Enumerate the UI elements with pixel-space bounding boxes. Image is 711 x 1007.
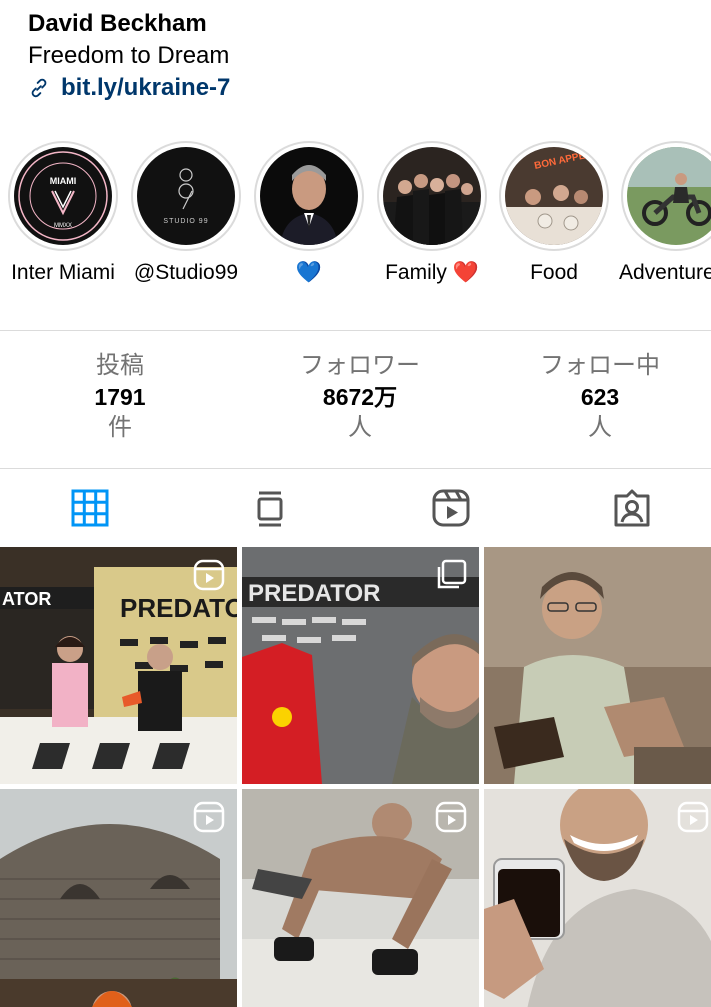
highlight-adventure[interactable]: Adventure bbox=[619, 141, 711, 284]
tagged-icon bbox=[614, 489, 649, 527]
highlight-label: Adventure bbox=[619, 261, 711, 284]
stat-label: フォロワー bbox=[300, 352, 420, 379]
tab-reels[interactable] bbox=[362, 470, 539, 546]
post-tile[interactable]: PREDATOR ATOR bbox=[0, 547, 237, 784]
post-grid: PREDATOR ATOR PREDATOR bbox=[0, 547, 711, 1007]
portrait-icon bbox=[260, 147, 358, 245]
crest-bottom-text: MMXX bbox=[54, 223, 72, 229]
tab-tagged[interactable] bbox=[543, 470, 711, 546]
inter-miami-crest-icon: MIAMI MMXX bbox=[14, 147, 112, 245]
highlight-ring: BON APPETIT bbox=[499, 141, 609, 251]
highlight-family[interactable]: Family ❤️ bbox=[377, 141, 487, 284]
reel-badge-icon bbox=[193, 559, 225, 591]
highlight-ring bbox=[254, 141, 364, 251]
reel-badge-icon bbox=[435, 801, 467, 833]
profile-stats: 投稿 1791 件 フォロワー 8672万 人 フォロー中 623 人 bbox=[0, 350, 711, 450]
crest-top-text: MIAMI bbox=[50, 176, 77, 186]
highlight-heart[interactable]: 💙 bbox=[254, 141, 364, 284]
studio-logo-text: STUDIO 99 bbox=[163, 218, 208, 225]
stat-unit: 人 bbox=[348, 414, 372, 441]
post-tile[interactable] bbox=[0, 789, 237, 1007]
divider bbox=[0, 468, 711, 469]
stat-followers[interactable]: フォロワー 8672万 人 bbox=[260, 350, 460, 444]
stat-following[interactable]: フォロー中 623 人 bbox=[500, 350, 700, 444]
divider bbox=[0, 330, 711, 331]
highlight-ring bbox=[621, 141, 711, 251]
post-sign-text: PREDATOR bbox=[120, 593, 237, 623]
post-sign-text: ATOR bbox=[2, 589, 51, 609]
tab-grid[interactable] bbox=[1, 470, 178, 546]
reel-badge-icon bbox=[193, 801, 225, 833]
highlight-inter-miami[interactable]: MIAMI MMXX Inter Miami bbox=[8, 141, 118, 284]
highlight-food[interactable]: BON APPETIT Food bbox=[499, 141, 609, 284]
stat-posts[interactable]: 投稿 1791 件 bbox=[20, 350, 220, 444]
stat-label: 投稿 bbox=[96, 352, 144, 379]
highlight-studio99[interactable]: STUDIO 99 @Studio99 bbox=[131, 141, 241, 284]
profile-link-text: bit.ly/ukraine-7 bbox=[61, 74, 231, 101]
highlight-ring bbox=[377, 141, 487, 251]
reel-badge-icon bbox=[677, 801, 709, 833]
tab-feed[interactable] bbox=[181, 470, 358, 546]
post-image bbox=[484, 547, 711, 784]
link-icon bbox=[31, 78, 47, 98]
stat-unit: 人 bbox=[588, 414, 612, 441]
highlight-label: Food bbox=[530, 261, 578, 284]
stat-unit: 件 bbox=[108, 414, 132, 441]
stat-label: フォロー中 bbox=[540, 352, 660, 379]
carousel-badge-icon bbox=[437, 559, 467, 589]
highlight-ring: STUDIO 99 bbox=[131, 141, 241, 251]
motorcycle-photo-icon bbox=[627, 147, 711, 245]
post-tile[interactable] bbox=[484, 789, 711, 1007]
studio99-logo-icon: STUDIO 99 bbox=[137, 147, 235, 245]
story-highlights: MIAMI MMXX Inter Miami STUDIO 99 @Studio… bbox=[0, 141, 711, 291]
post-tile[interactable]: PREDATOR bbox=[242, 547, 479, 784]
profile-tagline: Freedom to Dream bbox=[28, 42, 230, 69]
profile-bio: David Beckham Freedom to Dream bit.ly/uk… bbox=[28, 8, 230, 104]
stat-value: 1791 bbox=[94, 384, 146, 410]
post-tile[interactable] bbox=[242, 789, 479, 1007]
post-sign-text: PREDATOR bbox=[248, 580, 380, 607]
profile-tabs bbox=[0, 470, 711, 546]
restaurant-photo-icon: BON APPETIT bbox=[505, 147, 603, 245]
post-tile[interactable] bbox=[484, 547, 711, 784]
stat-value: 8672万 bbox=[322, 384, 398, 410]
profile-name: David Beckham bbox=[28, 10, 207, 37]
grid-icon bbox=[71, 489, 108, 527]
stat-value: 623 bbox=[580, 384, 620, 410]
group-photo-icon bbox=[383, 147, 481, 245]
feed-icon bbox=[257, 491, 282, 527]
reels-icon bbox=[432, 489, 469, 527]
profile-link[interactable]: bit.ly/ukraine-7 bbox=[28, 72, 230, 104]
highlight-ring: MIAMI MMXX bbox=[8, 141, 118, 251]
